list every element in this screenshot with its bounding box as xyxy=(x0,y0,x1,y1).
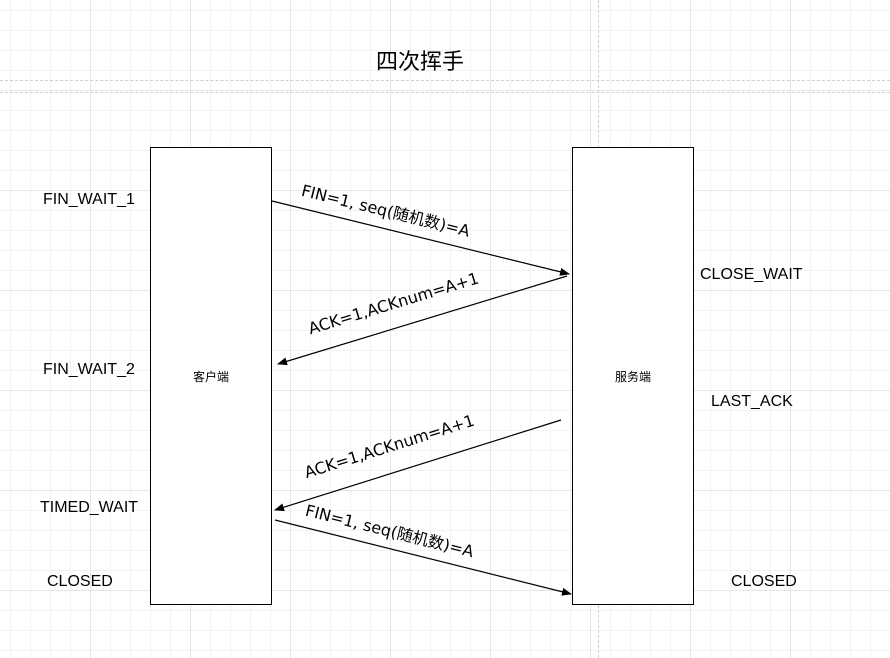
arrow-layer xyxy=(271,200,572,596)
